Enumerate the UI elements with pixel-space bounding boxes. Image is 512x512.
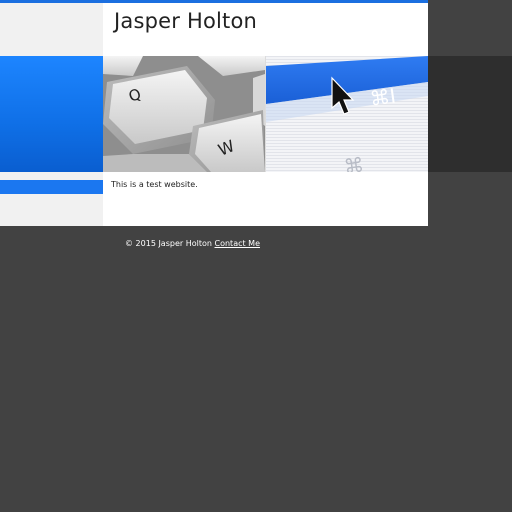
left-column-gap — [0, 172, 103, 180]
contact-me-link[interactable]: Contact Me — [215, 239, 261, 248]
banner-image: Q W ⌘I ⌘ — [103, 56, 428, 172]
left-column-top — [0, 3, 103, 56]
footer-copyright: © 2015 Jasper Holton — [125, 239, 212, 248]
menu-shortcut-cmd: ⌘ — [342, 152, 365, 172]
footer: © 2015 Jasper Holton Contact Me — [125, 239, 260, 248]
left-column-bottom — [0, 194, 103, 226]
right-dark-band — [428, 56, 512, 172]
main-content: This is a test website. — [103, 172, 428, 226]
body-text: This is a test website. — [111, 180, 198, 189]
left-blue-bar — [0, 180, 103, 194]
banner-illustration: Q W ⌘I ⌘ — [103, 56, 428, 172]
menu-shortcut-cmd-i: ⌘I — [368, 84, 397, 111]
page: Jasper Holton Q W ⌘I ⌘ This is a test we… — [0, 0, 512, 512]
site-title[interactable]: Jasper Holton — [114, 9, 257, 33]
left-blue-panel — [0, 56, 103, 172]
header: Jasper Holton — [103, 3, 428, 56]
